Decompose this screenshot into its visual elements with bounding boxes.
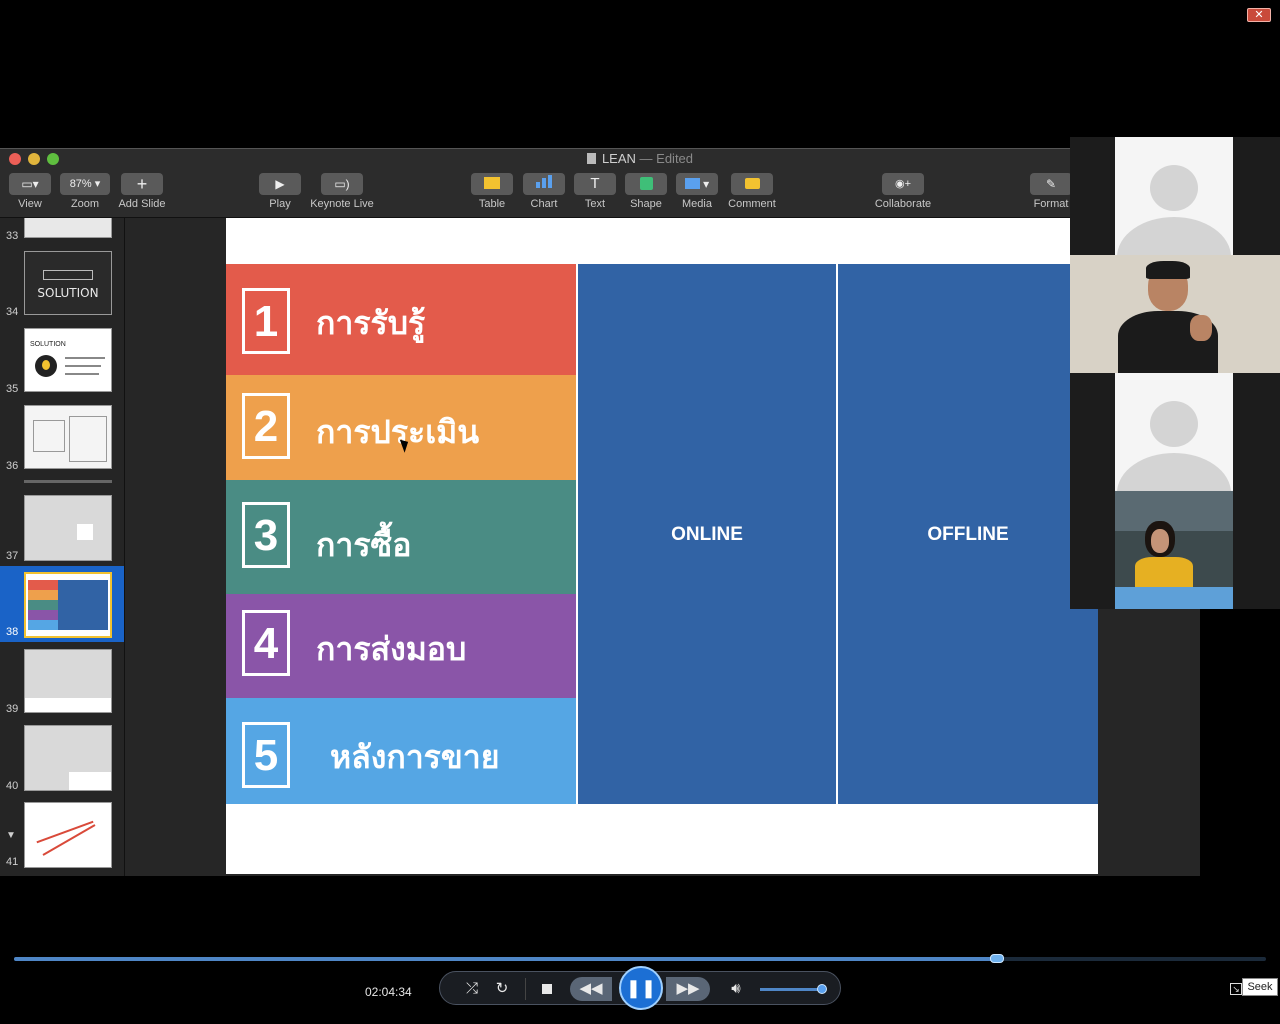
repeat-icon[interactable]: ↻ — [490, 972, 514, 1006]
volume-icon[interactable]: 🔊︎ — [724, 972, 748, 1006]
row-2: 2 การประเมิน — [226, 375, 576, 480]
row-3: 3 การซื้อ — [226, 480, 576, 594]
play-icon: ▶ — [259, 173, 301, 195]
slide-thumb-38[interactable] — [24, 572, 112, 638]
shape-icon — [625, 173, 667, 195]
slide-number: 37 — [6, 550, 19, 562]
row-number: 2 — [242, 393, 290, 459]
column-offline: OFFLINE — [838, 264, 1098, 804]
slide-number: 40 — [6, 780, 19, 792]
collaborate-icon: ◉+ — [882, 173, 924, 195]
separator — [525, 978, 526, 1000]
close-button[interactable]: ✕ — [1247, 8, 1271, 22]
title-bar: LEAN — Edited — [0, 149, 1200, 169]
row-label: การประเมิน — [316, 413, 480, 451]
row-number: 4 — [242, 610, 290, 676]
media-icon: ▾ — [676, 173, 718, 195]
chart-button[interactable]: Chart — [523, 173, 565, 210]
participant-tile-2[interactable] — [1070, 255, 1280, 373]
collapse-arrow-icon[interactable]: ▼ — [6, 830, 16, 841]
slide-navigator: 33 SOLUTION 34 SOLUTION 35 36 37 38 39 4… — [0, 218, 125, 876]
switch-to-mini-icon[interactable]: ↘ — [1230, 983, 1242, 995]
person-icon — [1150, 401, 1198, 447]
comment-icon — [731, 173, 773, 195]
avatar-placeholder — [1115, 137, 1233, 255]
row-label: การรับรู้ — [316, 304, 426, 342]
slide-number: 39 — [6, 703, 19, 715]
zoom-button[interactable]: 87% ▾ Zoom — [60, 173, 110, 210]
participant-video — [1115, 491, 1233, 609]
slide-thumb-39[interactable] — [24, 649, 112, 713]
slide-number-selected: 38 — [6, 626, 19, 638]
chart-icon — [523, 173, 565, 195]
slide-thumb-41[interactable] — [24, 802, 112, 868]
add-slide-button[interactable]: + Add Slide — [116, 173, 168, 210]
format-button[interactable]: ✎ Format — [1030, 173, 1072, 210]
sidebar-icon: ▭▾ — [9, 173, 51, 195]
person-icon — [1150, 165, 1198, 211]
crossed-box — [43, 270, 93, 280]
shuffle-icon[interactable]: ⤮ — [460, 972, 484, 1006]
slide-thumb-34[interactable]: SOLUTION — [24, 251, 112, 315]
keynote-live-button[interactable]: ▭) Keynote Live — [308, 173, 376, 210]
table-icon — [471, 173, 513, 195]
slide-number: 33 — [6, 230, 19, 242]
forward-icon[interactable]: ▶▶ — [666, 977, 710, 1001]
toolbar: ▭▾ View 87% ▾ Zoom + Add Slide ▶ Play ▭)… — [0, 169, 1200, 218]
view-button[interactable]: ▭▾ View — [8, 173, 52, 210]
format-icon: ✎ — [1030, 173, 1072, 195]
slide[interactable]: 1 การรับรู้ 2 การประเมิน 3 การซื้อ 4 การ… — [226, 218, 1098, 874]
slide-number: 35 — [6, 383, 19, 395]
row-label: หลังการขาย — [330, 738, 500, 776]
slide-thumb-37[interactable] — [24, 495, 112, 561]
volume-slider[interactable] — [760, 988, 822, 991]
column-online: ONLINE — [578, 264, 836, 804]
stop-icon[interactable] — [536, 972, 558, 1006]
row-number: 3 — [242, 502, 290, 568]
shape-button[interactable]: Shape — [625, 173, 667, 210]
participant-tile-1[interactable] — [1070, 137, 1280, 255]
text-icon: T — [574, 173, 616, 195]
section-divider — [24, 480, 112, 483]
seek-tooltip: Seek — [1242, 978, 1278, 996]
play-button[interactable]: ▶ Play — [259, 173, 301, 210]
timecode: 02:04:34 — [365, 985, 412, 999]
row-4: 4 การส่งมอบ — [226, 594, 576, 698]
plus-icon: + — [121, 173, 163, 195]
bulb-icon — [35, 355, 57, 377]
document-icon — [586, 153, 596, 164]
participant-tile-3[interactable] — [1070, 373, 1280, 491]
seek-progress — [14, 957, 997, 961]
row-label: การซื้อ — [316, 526, 412, 564]
avatar-placeholder — [1115, 373, 1233, 491]
slide-thumb-36[interactable] — [24, 405, 112, 469]
keynote-live-icon: ▭) — [321, 173, 363, 195]
media-button[interactable]: ▾ Media — [676, 173, 718, 210]
seek-bar[interactable] — [14, 954, 1266, 963]
row-5: 5 หลังการขาย — [226, 698, 576, 804]
pause-button[interactable]: ❚❚ — [619, 966, 663, 1010]
participant-tile-4[interactable] — [1070, 491, 1280, 609]
slide-thumb-35[interactable]: SOLUTION — [24, 328, 112, 392]
table-button[interactable]: Table — [471, 173, 513, 210]
zoom-value: 87% ▾ — [60, 173, 110, 195]
row-label: การส่งมอบ — [316, 630, 467, 668]
participant-video — [1070, 255, 1280, 373]
volume-handle[interactable] — [817, 984, 827, 994]
collaborate-button[interactable]: ◉+ Collaborate — [870, 173, 936, 210]
slide-number: 34 — [6, 306, 19, 318]
row-1: 1 การรับรู้ — [226, 264, 576, 375]
row-number: 5 — [242, 722, 290, 788]
seek-handle[interactable] — [990, 954, 1004, 963]
slide-thumb-33[interactable] — [24, 218, 112, 238]
slide-number: 41 — [6, 856, 19, 868]
comment-button[interactable]: Comment — [728, 173, 776, 210]
slide-thumb-40[interactable] — [24, 725, 112, 791]
row-number: 1 — [242, 288, 290, 354]
text-button[interactable]: T Text — [574, 173, 616, 210]
rewind-icon[interactable]: ◀◀ — [570, 977, 612, 1001]
slide-number: 36 — [6, 460, 19, 472]
